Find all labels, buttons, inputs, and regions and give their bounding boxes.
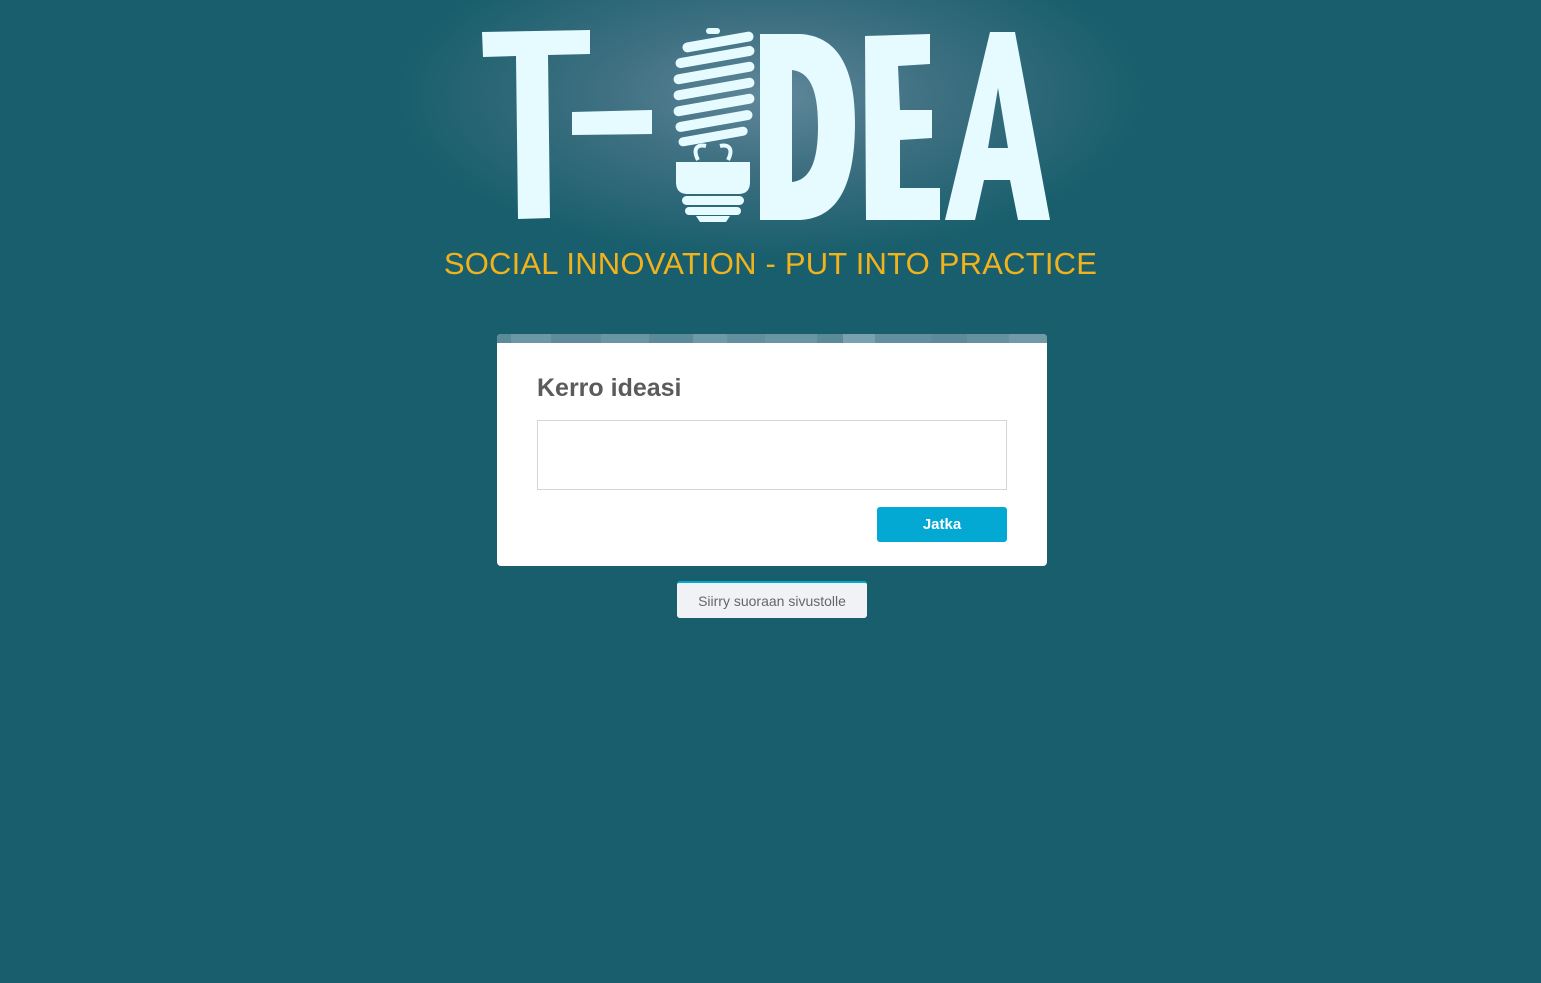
card-top-stripe — [497, 334, 1047, 343]
logo-letter-a — [945, 32, 1050, 220]
t-idea-logo — [482, 28, 1050, 222]
skip-to-site-button[interactable]: Siirry suoraan sivustolle — [677, 581, 867, 618]
logo-letter-d — [760, 34, 855, 220]
logo-dash — [572, 110, 652, 135]
tagline: SOCIAL INNOVATION - PUT INTO PRACTICE — [443, 246, 1098, 281]
card-title: Kerro ideasi — [537, 374, 682, 402]
idea-card: Kerro ideasi Jatka — [497, 334, 1047, 566]
logo-letter-e — [865, 34, 940, 220]
continue-button[interactable]: Jatka — [877, 507, 1007, 542]
idea-input[interactable] — [537, 420, 1007, 490]
page: SOCIAL INNOVATION - PUT INTO PRACTICE Ke… — [0, 0, 1541, 983]
lightbulb-icon — [673, 28, 755, 222]
